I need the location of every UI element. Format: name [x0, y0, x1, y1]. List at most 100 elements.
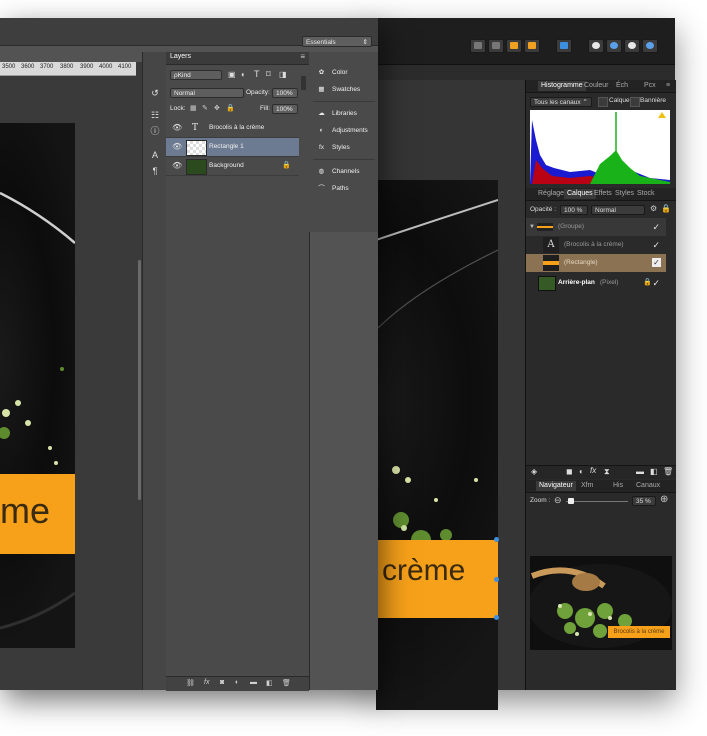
trash-icon[interactable]: 🗑 [663, 467, 673, 476]
panel-menu-icon[interactable]: ≡ [300, 52, 305, 61]
filter-shape-icon[interactable]: ⌑ [266, 69, 271, 80]
mask-icon[interactable]: ◼ [566, 467, 573, 476]
selection-handle[interactable] [494, 537, 499, 542]
workspace-switcher[interactable]: Essentials ⇕ [302, 36, 372, 47]
info-icon[interactable]: ⓘ [150, 126, 160, 136]
blend-mode-select[interactable]: Normal [591, 205, 645, 215]
layers-stack-icon[interactable]: ◈ [531, 467, 537, 476]
arrange-front-button[interactable] [524, 39, 540, 53]
tab-calques[interactable]: Calques [564, 189, 596, 199]
visibility-check-icon[interactable]: ✓ [652, 221, 660, 233]
settings-icon[interactable]: ⚙ [650, 204, 657, 213]
paragraph-icon[interactable]: ¶ [150, 166, 160, 176]
opacity-field[interactable]: 100 % [560, 205, 588, 215]
tab-his[interactable]: His [613, 482, 623, 489]
lock-pixels-icon[interactable]: ▦ [190, 104, 197, 112]
boolean-add-button[interactable] [588, 39, 604, 53]
properties-icon[interactable]: ☷ [150, 110, 160, 120]
ps-layer-text[interactable]: 👁 T Brocolis à la crème [166, 119, 299, 138]
affinity-orange-rectangle[interactable]: crème [376, 540, 498, 618]
zoom-in-icon[interactable]: ⊕ [660, 494, 668, 505]
tab-ech[interactable]: Éch [616, 82, 628, 89]
visibility-eye-icon[interactable]: 👁 [172, 142, 182, 152]
filter-smart-icon[interactable]: ◨ [279, 70, 287, 79]
layer-filter-select[interactable]: ρKind [170, 70, 222, 80]
boolean-intersect-button[interactable] [624, 39, 640, 53]
lock-all-icon[interactable]: 🔒 [226, 104, 235, 112]
fill-field[interactable]: 100% [272, 104, 298, 114]
panel-color[interactable]: ✿ Color [316, 66, 348, 80]
tab-canaux[interactable]: Canaux [636, 482, 660, 489]
affinity-canvas[interactable]: crème [370, 80, 525, 710]
panel-channels[interactable]: ◍ Channels [316, 165, 360, 179]
link-icon[interactable]: ⛓ [186, 679, 195, 687]
opacity-field[interactable]: 100% [272, 88, 298, 98]
zoom-out-icon[interactable]: ⊖ [554, 495, 562, 506]
blend-mode-select[interactable]: Normal [170, 88, 244, 98]
tab-histogramme[interactable]: Histogramme [538, 81, 586, 91]
lock-icon[interactable]: 🔒 [661, 204, 671, 213]
tab-xfm[interactable]: Xfm [581, 482, 593, 489]
boolean-subtract-button[interactable] [606, 39, 622, 53]
tab-couleur[interactable]: Couleur [584, 82, 609, 89]
panel-paths[interactable]: ⌒ Paths [316, 182, 348, 196]
zoom-field[interactable]: 35 % [632, 496, 656, 506]
fx-icon[interactable]: fx [590, 466, 596, 475]
filter-pixel-icon[interactable]: ▣ [228, 70, 236, 79]
banniere-checkbox[interactable] [630, 97, 640, 107]
panel-libraries[interactable]: ☁ Libraries [316, 107, 357, 121]
layers-scrollbar[interactable] [301, 76, 306, 90]
character-icon[interactable]: A [150, 150, 160, 160]
arrange-back-button[interactable] [470, 39, 486, 53]
channel-select[interactable]: Tous les canaux ⌃ [530, 97, 592, 107]
aff-layer-text[interactable]: A (Brocolis à la crème) ✓ [526, 236, 666, 254]
panel-swatches[interactable]: ▦ Swatches [316, 83, 360, 97]
arrange-forward-button[interactable] [506, 39, 522, 53]
mask-icon[interactable]: ◙ [220, 679, 224, 686]
arrange-backward-button[interactable] [488, 39, 504, 53]
tab-pcx[interactable]: Pcx [644, 82, 656, 89]
selection-handle[interactable] [494, 577, 499, 582]
lock-icon[interactable]: 🔒 [643, 274, 652, 292]
filter-type-icon[interactable]: T [254, 69, 260, 79]
panel-adjustments[interactable]: ◐ Adjustments [316, 124, 368, 138]
lock-move-icon[interactable]: ✥ [214, 104, 220, 112]
lock-paint-icon[interactable]: ✎ [202, 104, 208, 112]
aff-layer-background[interactable]: Arrière-plan (Pixel) 🔒 ✓ [526, 274, 666, 292]
new-layer-icon[interactable]: ◧ [266, 679, 273, 687]
boolean-divide-button[interactable] [642, 39, 658, 53]
history-icon[interactable]: ↺ [150, 88, 160, 98]
calque-checkbox[interactable] [598, 97, 608, 107]
tab-navigateur[interactable]: Navigateur [536, 481, 576, 491]
visibility-eye-icon[interactable]: 👁 [172, 161, 182, 171]
navigator-preview[interactable]: Brocolis à la crème [530, 556, 672, 650]
aff-layer-rectangle[interactable]: (Rectangle) ✓ [526, 254, 666, 272]
ps-layer-background[interactable]: 👁 Background 🔒 [166, 157, 299, 176]
horizontal-ruler[interactable]: 3500 3600 3700 3800 3900 4000 4100 [0, 62, 136, 76]
hourglass-icon[interactable]: ⧗ [604, 467, 610, 477]
adjustment-icon[interactable]: ◐ [235, 679, 239, 686]
visibility-check-icon[interactable]: ✓ [652, 239, 660, 251]
visibility-checkbox[interactable]: ✓ [652, 258, 661, 267]
visibility-eye-icon[interactable]: 👁 [172, 123, 182, 133]
filter-adjustment-icon[interactable]: ◐ [241, 70, 246, 79]
folder-icon[interactable]: ▬ [250, 679, 257, 686]
folder-icon[interactable]: ▬ [636, 467, 644, 476]
expand-triangle-icon[interactable]: ▼ [529, 218, 535, 236]
scrollbar-thumb[interactable] [138, 260, 141, 500]
panel-menu-icon[interactable]: ≡ [666, 82, 670, 89]
layers-title[interactable]: Layers [170, 53, 191, 60]
aff-layer-group[interactable]: ▼ (Groupe) ✓ [526, 218, 666, 236]
tab-stock[interactable]: Stock [637, 190, 655, 197]
visibility-check-icon[interactable]: ✓ [652, 277, 660, 289]
fx-icon[interactable]: fx [204, 679, 209, 686]
selection-handle[interactable] [494, 615, 499, 620]
tab-styles[interactable]: Styles [615, 190, 634, 197]
adjustment-icon[interactable]: ◐ [579, 467, 584, 476]
tab-effets[interactable]: Effets [594, 190, 612, 197]
align-button[interactable] [556, 39, 572, 53]
ps-layer-rectangle[interactable]: 👁 Rectangle 1 [166, 138, 299, 157]
photoshop-orange-rectangle[interactable]: me [0, 474, 75, 554]
new-layer-icon[interactable]: ◧ [650, 467, 658, 476]
panel-styles[interactable]: fx Styles [316, 141, 350, 155]
